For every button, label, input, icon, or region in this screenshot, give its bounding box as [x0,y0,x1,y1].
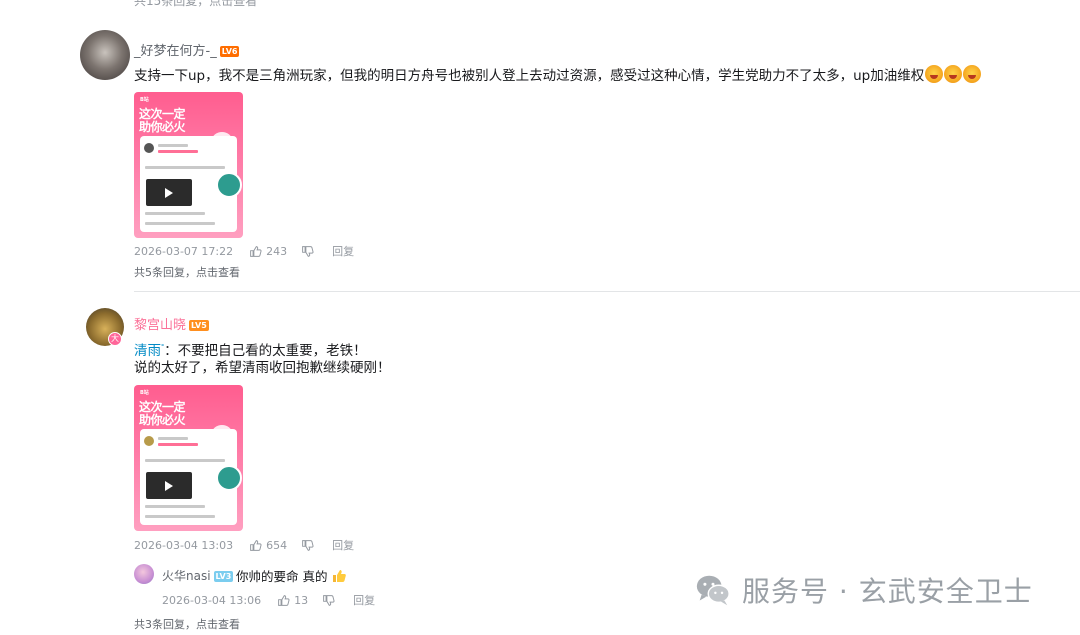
thumbs-down-icon [302,539,314,551]
comment-time: 2026-03-07 17:22 [134,244,234,258]
mention-link[interactable]: 清雨 [134,343,161,359]
card-text-line [145,505,205,508]
thumbs-down-icon [323,594,335,606]
comment-username[interactable]: _好梦在何方-_ LV6 [134,40,240,59]
like-count: 654 [266,538,288,552]
thumbs-up-icon [250,245,262,257]
dislike-button[interactable] [301,539,318,552]
like-button[interactable]: 13 [277,594,308,607]
dislike-button[interactable] [301,245,318,258]
reply-username[interactable]: 火华nasi LV3 [162,567,234,584]
emoji-icon [944,65,963,83]
card-text-line [145,222,215,225]
like-button[interactable]: 654 [249,539,287,552]
card-text-line [145,459,225,462]
card-text-line [158,144,188,147]
dislike-button[interactable] [322,594,339,607]
reply-button[interactable]: 回复 [353,592,375,608]
comment-time: 2026-03-04 13:03 [134,538,234,552]
comment-username[interactable]: 黎宫山晓 LV5 [134,314,209,333]
comment-text: 支持一下up，我不是三角洲玩家，但我的明日方舟号也被别人登上去动过资源，感受过这… [134,65,982,86]
card-badge-icon [216,465,242,491]
reply-meta: 2026-03-04 13:06 13 回复 [162,592,389,608]
view-replies-link[interactable]: 共5条回复，点击查看 [134,264,240,280]
level-badge: LV6 [219,46,240,57]
username-text[interactable]: 黎宫山晓 [134,318,186,333]
reply-text: 你帅的要命 真的 [236,566,347,585]
thumbs-down-icon [302,245,314,257]
reply-body: 你帅的要命 真的 [236,569,328,584]
like-button[interactable]: 243 [249,245,287,258]
thumbs-up-emoji-icon [333,570,347,582]
card-badge-icon [216,172,242,198]
image-attachment[interactable]: B站 这次一定 助你必火 [134,92,243,238]
emoji-icon [963,65,982,83]
level-badge: LV3 [213,571,234,582]
card-text-line [145,515,215,518]
avatar-badge: 大 [108,332,122,346]
thumbs-up-icon [278,594,290,606]
card-text-line [158,443,198,446]
card-headline: 这次一定 助你必火 [139,107,186,134]
comment-body: 支持一下up，我不是三角洲玩家，但我的明日方舟号也被别人登上去动过资源，感受过这… [134,68,925,84]
card-avatar [144,436,154,446]
image-attachment[interactable]: B站 这次一定 助你必火 [134,385,243,531]
previous-replies-link[interactable]: 共15条回复，点击查看 [134,0,257,9]
comment-meta: 2026-03-07 17:22 243 回复 [134,243,368,259]
level-badge: LV5 [189,320,209,331]
card-text-line [145,166,225,169]
card-text-line [158,437,188,440]
watermark-text: 服务号 · 玄武安全卫士 [742,575,1033,608]
thumbs-up-icon [250,539,262,551]
reply-button[interactable]: 回复 [332,243,354,259]
like-count: 243 [266,244,288,258]
reply-time: 2026-03-04 13:06 [162,593,262,607]
video-thumbnail [146,472,192,499]
emoji-icon [925,65,944,83]
comment-text-line-2: 说的太好了，希望清雨收回抱歉继续硬刚！ [134,360,391,376]
view-replies-link[interactable]: 共3条回复，点击查看 [134,616,240,632]
card-avatar [144,143,154,153]
comment-meta: 2026-03-04 13:03 654 回复 [134,537,368,553]
card-logo: B站 [140,390,149,396]
avatar[interactable] [80,30,130,80]
card-logo: B站 [140,97,149,103]
card-text-line [158,150,198,153]
like-count: 13 [294,593,309,607]
video-thumbnail [146,179,192,206]
reply-avatar[interactable] [134,564,154,584]
comment-divider [134,291,1080,292]
username-text[interactable]: _好梦在何方-_ [134,44,217,59]
username-text[interactable]: 火华nasi [162,569,211,583]
watermark: 服务号 · 玄武安全卫士 [694,570,1033,610]
wechat-icon [696,575,730,606]
comment-body: ：不要把自己看的太重要，老铁！ [164,343,367,359]
card-text-line [145,212,205,215]
card-headline: 这次一定 助你必火 [139,400,186,427]
reply-button[interactable]: 回复 [332,537,354,553]
